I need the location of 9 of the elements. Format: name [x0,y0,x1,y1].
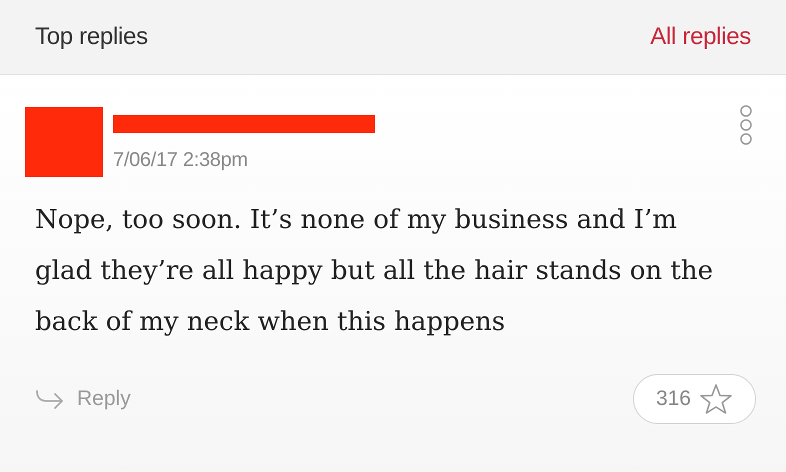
reply-arrow-icon [35,389,65,409]
reply-text: Nope, too soon. It’s none of my business and I’m glad they’re all happy but all the hair stands on the back of my neck when this happens [35,204,714,339]
reply-button[interactable]: Reply [35,387,131,411]
star-icon [699,383,733,415]
all-replies-link[interactable]: All replies [650,23,751,51]
like-button[interactable]: 316 [632,374,756,424]
section-title: Top replies [35,23,148,51]
more-options-icon[interactable] [739,105,753,145]
reply-date: 7/06/17 2:38pm [113,149,249,172]
